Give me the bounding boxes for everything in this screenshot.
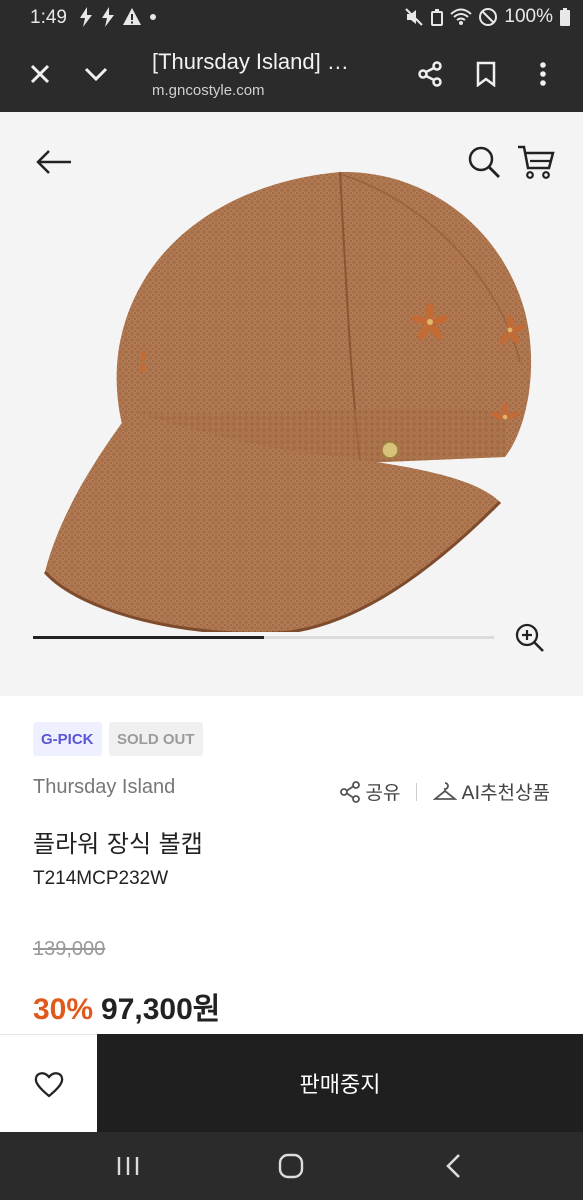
recent-apps-icon	[117, 1157, 139, 1175]
more-vertical-icon	[540, 62, 546, 86]
mute-icon	[405, 8, 424, 26]
product-info: G-PICK SOLD OUT Thursday Island 공유 AI추천상…	[0, 696, 583, 1034]
home-button[interactable]	[275, 1150, 307, 1182]
product-code: T214MCP232W	[33, 868, 169, 889]
sale-price: 97,300원	[101, 993, 221, 1026]
product-name: 플라워 장식 볼캡	[33, 830, 203, 858]
status-left-icons	[78, 6, 158, 28]
flash-icon	[102, 7, 114, 27]
dot-icon	[150, 14, 156, 20]
share-label: 공유	[365, 782, 401, 804]
product-actions: 공유 AI추천상품	[338, 778, 550, 805]
share-icon	[418, 61, 442, 87]
status-bar: 1:49 100%	[0, 0, 583, 36]
gallery-progress	[33, 636, 494, 639]
page-url[interactable]: m.gncostyle.com	[152, 82, 265, 99]
purchase-bar: 판매중지	[0, 1034, 583, 1133]
close-icon	[30, 64, 50, 84]
chevron-down-icon	[84, 67, 108, 82]
hanger-icon	[433, 781, 458, 800]
wishlist-button[interactable]	[0, 1034, 97, 1133]
share-icon	[339, 780, 360, 803]
share-product-button[interactable]: 공유	[338, 778, 401, 805]
share-button[interactable]	[414, 58, 446, 90]
status-time: 1:49	[30, 7, 67, 28]
recent-apps-button[interactable]	[112, 1150, 144, 1182]
chevron-left-icon	[446, 1154, 460, 1178]
no-sim-icon	[479, 8, 498, 26]
gpick-badge: G-PICK	[33, 722, 102, 756]
status-right-icons: 100%	[404, 6, 571, 28]
home-icon	[278, 1153, 304, 1179]
minimize-button[interactable]	[80, 58, 112, 90]
bookmark-icon	[476, 61, 496, 87]
discount-rate: 30%	[33, 993, 94, 1026]
warning-icon	[123, 8, 141, 25]
action-divider	[416, 782, 418, 801]
ai-recommend-button[interactable]: AI추천상품	[433, 778, 550, 805]
wifi-icon	[450, 8, 473, 25]
browser-toolbar: [Thursday Island] … m.gncostyle.com	[0, 36, 583, 112]
bookmark-button[interactable]	[470, 58, 502, 90]
lock-battery-icon	[431, 9, 444, 26]
system-nav-bar	[0, 1132, 583, 1200]
gallery-progress-fill	[33, 636, 264, 639]
metal-badge	[381, 441, 399, 459]
battery-percent: 100%	[504, 6, 553, 27]
product-gallery[interactable]	[0, 112, 583, 696]
original-price: 139,000	[33, 938, 106, 960]
ai-recommend-label: AI추천상품	[461, 782, 550, 804]
page-title: [Thursday Island] …	[152, 49, 349, 74]
more-options-button[interactable]	[527, 58, 559, 90]
zoom-in-icon	[515, 623, 544, 652]
back-nav-button[interactable]	[438, 1150, 470, 1182]
zoom-button[interactable]	[510, 618, 550, 658]
brand-link[interactable]: Thursday Island	[33, 776, 175, 799]
close-tab-button[interactable]	[24, 58, 56, 90]
heart-icon	[34, 1072, 63, 1098]
sales-stopped-button[interactable]: 판매중지	[97, 1034, 583, 1132]
flash-icon	[80, 7, 92, 27]
price-row: 30% 97,300원	[33, 984, 220, 1028]
product-image[interactable]	[0, 112, 583, 632]
soldout-badge: SOLD OUT	[109, 722, 203, 756]
battery-icon	[560, 8, 570, 26]
